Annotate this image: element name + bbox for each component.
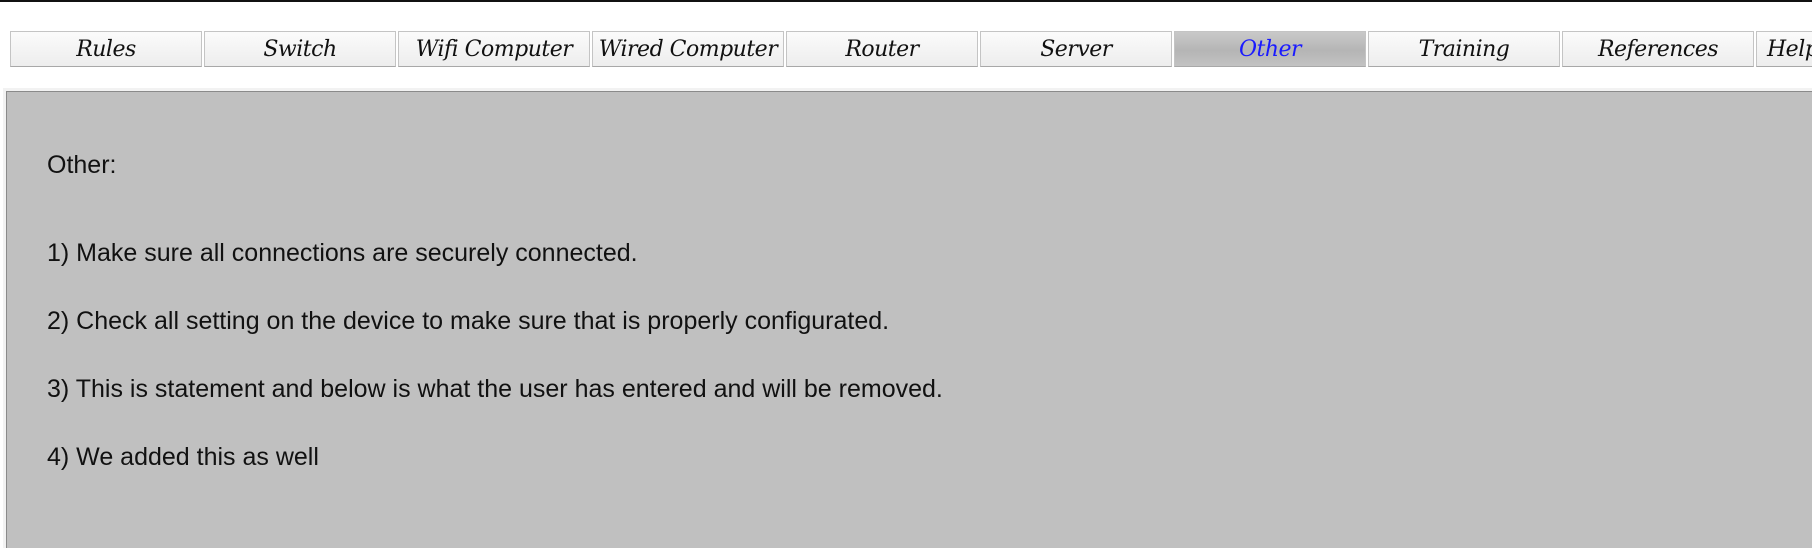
list-item: 4) We added this as well — [47, 443, 319, 471]
tab-label: Server — [1040, 36, 1112, 62]
tab-label: Other — [1238, 36, 1302, 62]
tab-bar: Rules Switch Wifi Computer Wired Compute… — [10, 31, 1812, 67]
tab-other[interactable]: Other — [1174, 31, 1366, 67]
tab-training[interactable]: Training — [1368, 31, 1560, 67]
tab-references[interactable]: References — [1562, 31, 1754, 67]
list-item: 3) This is statement and below is what t… — [47, 375, 943, 403]
panel-title: Other: — [47, 151, 117, 179]
list-item: 1) Make sure all connections are securel… — [47, 239, 638, 267]
tab-help[interactable]: Help — [1756, 31, 1812, 67]
tab-rules[interactable]: Rules — [10, 31, 202, 67]
tab-label: Help — [1767, 36, 1812, 62]
content-panel: Other: 1) Make sure all connections are … — [3, 88, 1812, 548]
tab-router[interactable]: Router — [786, 31, 978, 67]
tab-server[interactable]: Server — [980, 31, 1172, 67]
tab-label: Wifi Computer — [415, 36, 573, 62]
tab-wired-computer[interactable]: Wired Computer — [592, 31, 784, 67]
tab-switch[interactable]: Switch — [204, 31, 396, 67]
tab-label: Router — [845, 36, 919, 62]
list-item: 2) Check all setting on the device to ma… — [47, 307, 890, 335]
rules-list: 1) Make sure all connections are securel… — [47, 219, 943, 491]
tab-label: References — [1597, 36, 1719, 62]
tab-label: Switch — [263, 36, 337, 62]
top-border-line — [0, 0, 1812, 2]
tab-label: Rules — [76, 36, 136, 62]
tab-label: Training — [1418, 36, 1510, 62]
tab-label: Wired Computer — [598, 36, 778, 62]
tab-wifi-computer[interactable]: Wifi Computer — [398, 31, 590, 67]
